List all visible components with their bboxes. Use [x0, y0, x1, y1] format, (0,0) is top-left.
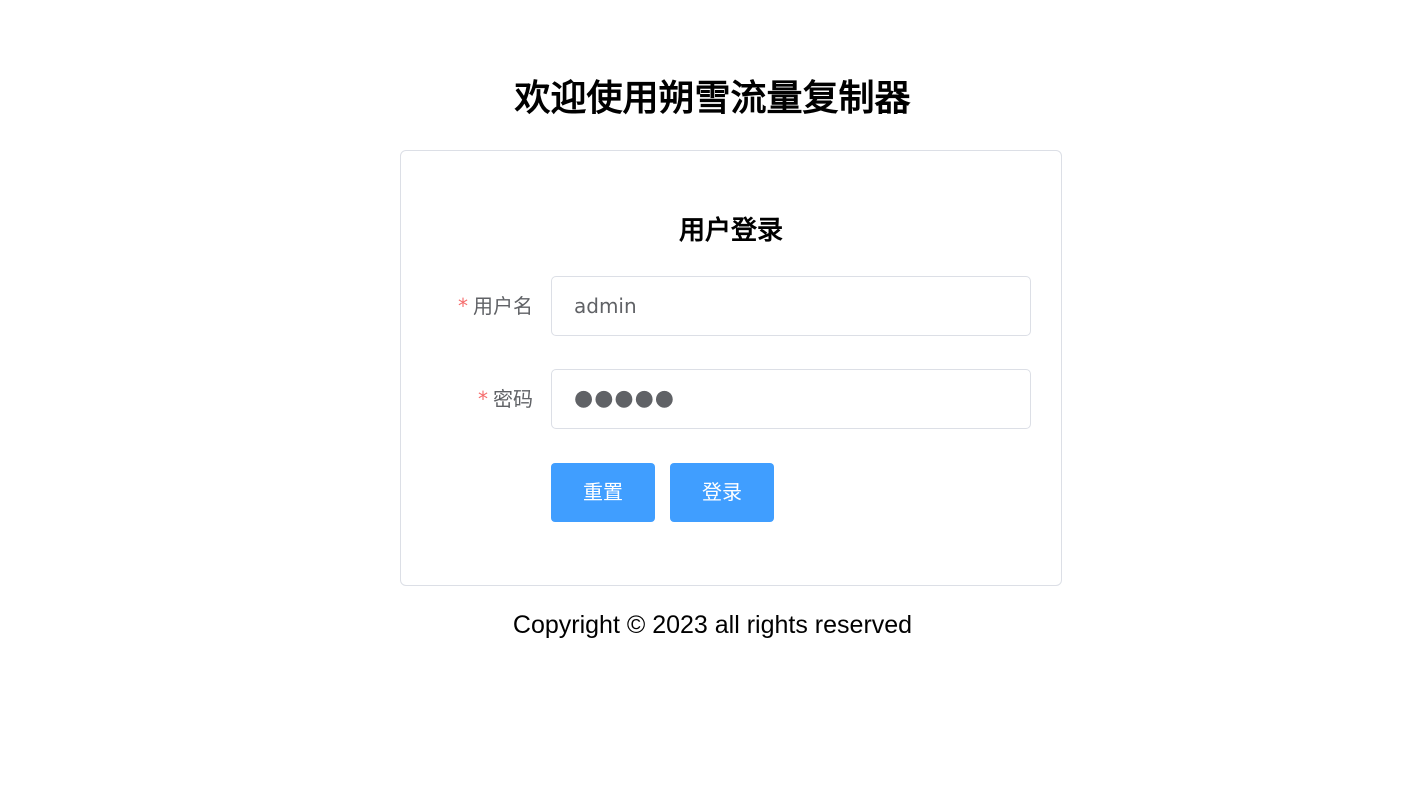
username-label-text: 用户名 [473, 294, 533, 318]
login-button[interactable]: 登录 [670, 463, 774, 522]
page-title: 欢迎使用朔雪流量复制器 [514, 78, 911, 119]
required-mark: * [478, 387, 488, 411]
username-row: * 用户名 admin [401, 276, 1061, 336]
login-card: 用户登录 * 用户名 admin * 密码 ●●●●● 重置 登录 [400, 150, 1062, 586]
username-label: * 用户名 [458, 276, 533, 336]
username-input[interactable]: admin [551, 276, 1031, 336]
reset-button[interactable]: 重置 [551, 463, 655, 522]
login-form-title: 用户登录 [678, 216, 783, 246]
required-mark: * [458, 294, 468, 318]
password-label-text: 密码 [493, 387, 533, 411]
password-row: * 密码 ●●●●● [401, 369, 1061, 429]
password-label: * 密码 [478, 369, 533, 429]
password-input[interactable]: ●●●●● [551, 369, 1031, 429]
copyright-footer: Copyright © 2023 all rights reserved [512, 611, 913, 639]
